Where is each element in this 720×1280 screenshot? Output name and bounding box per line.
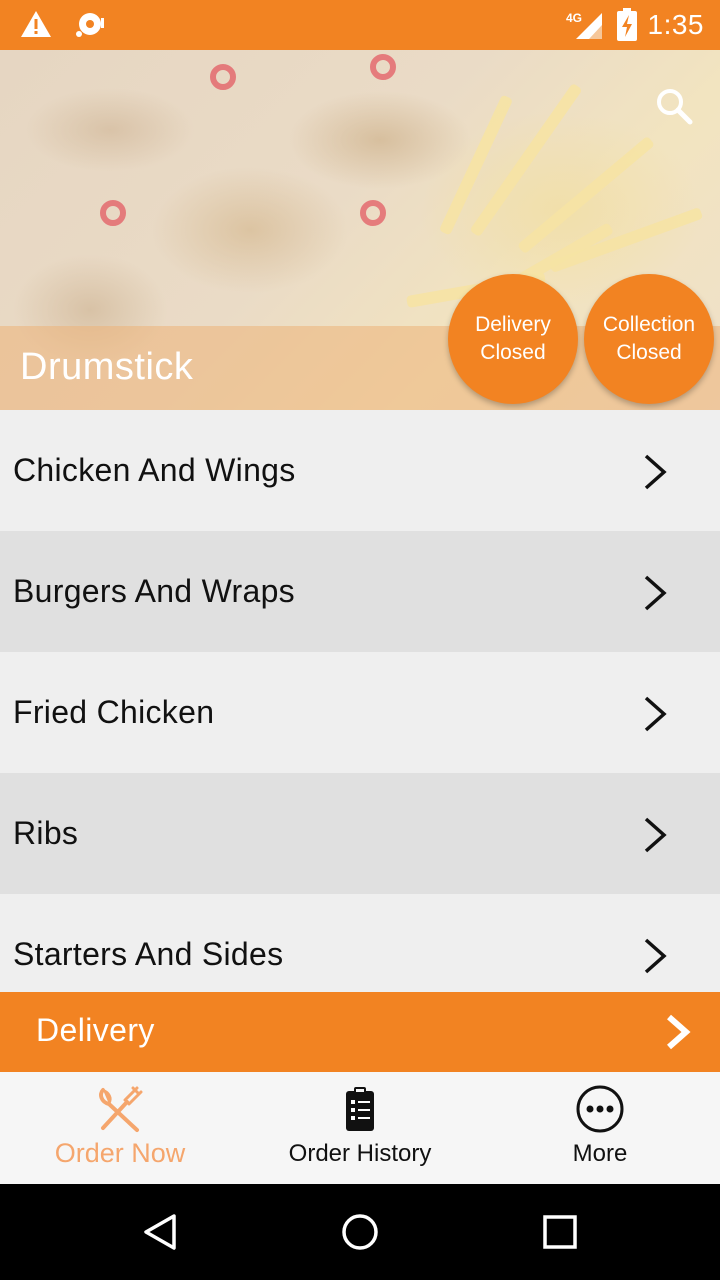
warning-icon	[21, 11, 51, 37]
menu-item-chicken-and-wings[interactable]: Chicken And Wings	[0, 410, 720, 531]
system-navigation-bar	[0, 1184, 720, 1280]
search-icon[interactable]	[654, 86, 694, 126]
menu-item-label: Burgers And Wraps	[13, 573, 295, 609]
recent-apps-icon[interactable]	[540, 1212, 580, 1252]
status-bar: 4G 1:35	[0, 0, 720, 50]
menu-item-fried-chicken[interactable]: Fried Chicken	[0, 652, 720, 773]
delivery-mode-bar[interactable]: Delivery	[0, 992, 720, 1072]
bottom-navigation: Order Now Order History More	[0, 1072, 720, 1184]
svg-text:4G: 4G	[566, 11, 582, 25]
menu-item-label: Starters And Sides	[13, 936, 284, 972]
battery-charging-icon	[616, 8, 637, 41]
menu-item-label: Fried Chicken	[13, 694, 215, 730]
chevron-right-icon	[644, 454, 667, 490]
collection-status-badge: Collection Closed	[584, 274, 714, 404]
back-icon[interactable]	[140, 1212, 180, 1252]
menu-item-burgers-and-wraps[interactable]: Burgers And Wraps	[0, 531, 720, 652]
menu-item-ribs[interactable]: Ribs	[0, 773, 720, 894]
chevron-right-icon	[644, 575, 667, 611]
fork-knife-icon	[99, 1086, 143, 1132]
tab-order-history[interactable]: Order History	[240, 1072, 480, 1184]
status-left-icons	[20, 10, 106, 38]
media-icon	[76, 13, 104, 37]
tab-order-now[interactable]: Order Now	[0, 1072, 240, 1184]
chevron-right-icon	[644, 696, 667, 732]
menu-category-list: Chicken And Wings Burgers And Wraps Frie…	[0, 410, 720, 1015]
chevron-right-icon	[644, 938, 667, 974]
signal-icon: 4G	[566, 11, 602, 39]
delivery-badge-line1: Delivery	[475, 313, 551, 336]
status-time: 1:35	[647, 9, 704, 40]
chevron-right-icon	[667, 1014, 691, 1050]
tab-label: More	[572, 1140, 628, 1167]
chevron-right-icon	[644, 817, 667, 853]
delivery-badge-line2: Closed	[480, 341, 546, 364]
more-dots-icon	[576, 1085, 624, 1133]
collection-badge-line2: Closed	[616, 341, 682, 364]
restaurant-title: Drumstick	[20, 346, 194, 388]
status-right-icons: 4G 1:35	[566, 8, 705, 42]
tab-label: Order Now	[54, 1138, 186, 1168]
menu-item-label: Ribs	[13, 815, 79, 851]
collection-badge-line1: Collection	[602, 313, 696, 336]
tab-more[interactable]: More	[480, 1072, 720, 1184]
delivery-mode-label: Delivery	[36, 1012, 155, 1048]
clipboard-list-icon	[346, 1087, 374, 1131]
delivery-status-badge: Delivery Closed	[448, 274, 578, 404]
home-icon[interactable]	[340, 1212, 380, 1252]
menu-item-label: Chicken And Wings	[13, 452, 296, 488]
tab-label: Order History	[288, 1140, 432, 1167]
